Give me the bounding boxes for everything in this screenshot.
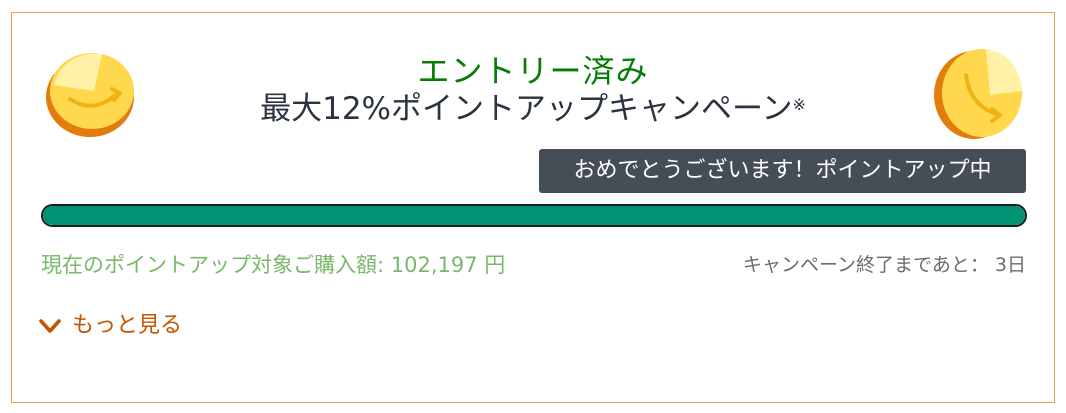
campaign-card: エントリー済み 最大12%ポイントアップキャンペーン※ おめでとうございます！ポ… [11, 12, 1055, 403]
purchase-amount-label: 現在のポイントアップ対象ご購入額: [41, 253, 385, 277]
campaign-title-text: 最大12%ポイントアップキャンペーン [260, 91, 793, 127]
campaign-note-mark: ※ [792, 95, 806, 114]
campaign-remaining: キャンペーン終了まであと： 3日 [743, 251, 1026, 279]
see-more-link[interactable]: もっと見る [38, 311, 182, 341]
point-up-toast: おめでとうございます！ポイントアップ中 [539, 149, 1026, 193]
remaining-days: 3日 [994, 254, 1026, 276]
entry-status: エントリー済み [417, 52, 649, 90]
purchase-amount: 現在のポイントアップ対象ご購入額: 102,197 円 [41, 251, 505, 279]
progress-bar [41, 204, 1027, 227]
campaign-title: 最大12%ポイントアップキャンペーン※ [12, 89, 1054, 129]
chevron-down-icon [39, 319, 61, 333]
remaining-label: キャンペーン終了まであと： [742, 254, 989, 276]
progress-fill [43, 206, 1025, 225]
purchase-amount-value: 102,197 円 [390, 253, 506, 277]
see-more-label: もっと見る [72, 313, 183, 338]
